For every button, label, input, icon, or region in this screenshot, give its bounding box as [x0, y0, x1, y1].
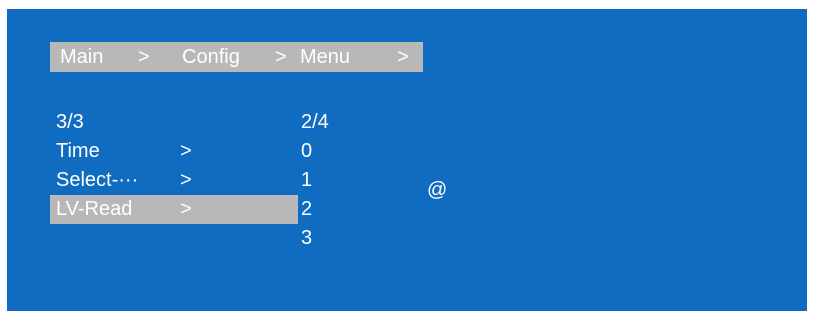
breadcrumb-menu[interactable]: Menu: [300, 43, 350, 72]
value-page-indicator: 2/4: [301, 111, 329, 133]
menu-item-select[interactable]: Select-··· >: [50, 166, 298, 195]
chevron-right-icon: >: [180, 198, 192, 220]
marker-symbol: @: [427, 179, 448, 201]
menu-item-label: Select-···: [56, 169, 139, 191]
value-option-3[interactable]: 3: [301, 224, 329, 253]
breadcrumb-main[interactable]: Main: [60, 43, 103, 72]
breadcrumb: Main > Config > Menu >: [50, 42, 423, 72]
menu-item-label: LV-Read: [56, 198, 133, 220]
value-option-0[interactable]: 0: [301, 137, 329, 166]
value-option-1[interactable]: 1: [301, 166, 329, 195]
menu-item-lv-read[interactable]: LV-Read >: [50, 195, 298, 224]
menu-item-time[interactable]: Time >: [50, 137, 298, 166]
breadcrumb-separator: >: [275, 46, 287, 68]
chevron-right-icon: >: [180, 140, 192, 162]
breadcrumb-separator: >: [397, 46, 409, 68]
page-indicator-text: 3/3: [56, 111, 84, 133]
menu-page-indicator: 3/3: [50, 108, 298, 137]
menu-screen: Main > Config > Menu > 3/3 Time > Select…: [7, 9, 807, 311]
chevron-right-icon: >: [180, 169, 192, 191]
breadcrumb-separator: >: [138, 46, 150, 68]
value-list: 2/4 0 1 2 3: [301, 108, 329, 253]
value-option-2[interactable]: 2: [301, 195, 329, 224]
menu-list: 3/3 Time > Select-··· > LV-Read >: [50, 108, 298, 224]
breadcrumb-config[interactable]: Config: [182, 43, 240, 72]
menu-item-label: Time: [56, 140, 100, 162]
